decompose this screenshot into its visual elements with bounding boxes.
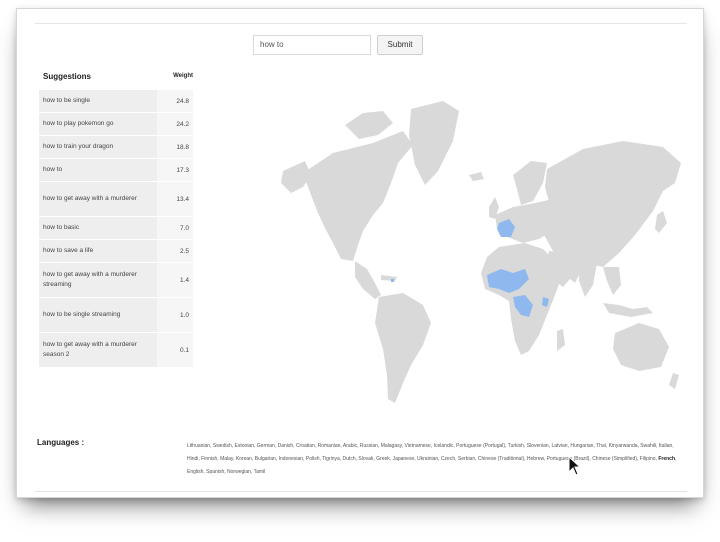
suggestion-weight: 1.0: [157, 298, 193, 332]
suggestion-row[interactable]: how to get away with a murderer 13.4: [39, 181, 193, 216]
map-land: [281, 101, 681, 403]
southeast-asia-shape: [603, 267, 621, 295]
suggestion-row[interactable]: how to train your dragon 18.8: [39, 135, 193, 158]
central-america-shape: [355, 261, 381, 299]
suggestions-header-row: Suggestions Weight: [39, 63, 193, 89]
suggestions-header: Suggestions: [43, 71, 92, 81]
suggestion-text: how to save a life: [39, 240, 157, 262]
iceland-shape: [469, 172, 484, 181]
australia-shape: [613, 323, 669, 371]
suggestion-weight: 17.3: [157, 159, 193, 181]
suggestion-text: how to get away with a murderer streamin…: [39, 263, 157, 297]
highlight-caribbean-shape: [391, 279, 394, 282]
suggestion-weight: 7.0: [157, 217, 193, 239]
caribbean-shape: [381, 275, 397, 281]
indonesia-shape: [603, 303, 653, 317]
suggestion-text: how to be single: [39, 90, 157, 112]
suggestion-text: how to play pokemon go: [39, 113, 157, 135]
suggestion-text: how to basic: [39, 217, 157, 239]
languages-list: Lithuanian, Swedish, Estonian, German, D…: [187, 440, 685, 479]
north-america-shape: [303, 131, 413, 261]
japan-shape: [655, 211, 667, 233]
madagascar-shape: [557, 329, 565, 351]
suggestion-row[interactable]: how to save a life 2.5: [39, 239, 193, 262]
suggestion-text: how to get away with a murderer season 2: [39, 333, 157, 367]
suggestion-weight: 24.2: [157, 113, 193, 135]
new-zealand-shape: [669, 373, 679, 389]
search-input[interactable]: how to: [253, 35, 371, 55]
suggestion-row[interactable]: how to 17.3: [39, 158, 193, 181]
suggestion-weight: 1.4: [157, 263, 193, 297]
suggestion-weight: 13.4: [157, 182, 193, 216]
scandinavia-shape: [513, 161, 547, 205]
mouse-cursor-icon: [568, 456, 582, 476]
suggestion-row[interactable]: how to be single streaming 1.0: [39, 297, 193, 332]
india-shape: [579, 263, 597, 297]
suggestion-weight: 0.1: [157, 333, 193, 367]
languages-label: Languages :: [37, 438, 85, 447]
suggestion-weight: 18.8: [157, 136, 193, 158]
submit-button[interactable]: Submit: [377, 35, 423, 55]
suggestion-row[interactable]: how to be single 24.8: [39, 89, 193, 112]
suggestion-row[interactable]: how to play pokemon go 24.2: [39, 112, 193, 135]
south-america-shape: [375, 293, 431, 403]
alaska-shape: [281, 161, 311, 193]
suggestion-row[interactable]: how to get away with a murderer streamin…: [39, 262, 193, 297]
suggestion-text: how to: [39, 159, 157, 181]
suggestion-row[interactable]: how to get away with a murderer season 2…: [39, 332, 193, 367]
suggestions-table: Suggestions Weight how to be single 24.8 h…: [39, 63, 193, 367]
suggestion-row[interactable]: how to basic 7.0: [39, 216, 193, 239]
bottom-divider: [35, 491, 687, 492]
suggestion-weight: 24.8: [157, 90, 193, 112]
suggestion-text: how to train your dragon: [39, 136, 157, 158]
greenland-shape: [409, 101, 459, 185]
languages-list-before: Lithuanian, Swedish, Estonian, German, D…: [187, 443, 674, 462]
world-map: [281, 101, 681, 403]
suggestion-weight: 2.5: [157, 240, 193, 262]
weight-header: Weight: [173, 73, 193, 79]
suggestions-rows: how to be single 24.8 how to play pokemon …: [39, 89, 193, 367]
suggestion-text: how to be single streaming: [39, 298, 157, 332]
page-panel: how to Submit Suggestions Weight how to …: [16, 8, 704, 498]
arctic-islands-shape: [345, 111, 393, 139]
suggestion-text: how to get away with a murderer: [39, 182, 157, 216]
content-area: how to Submit Suggestions Weight how to …: [35, 23, 687, 493]
language-link-french[interactable]: French: [658, 456, 675, 462]
top-divider: [35, 23, 687, 24]
